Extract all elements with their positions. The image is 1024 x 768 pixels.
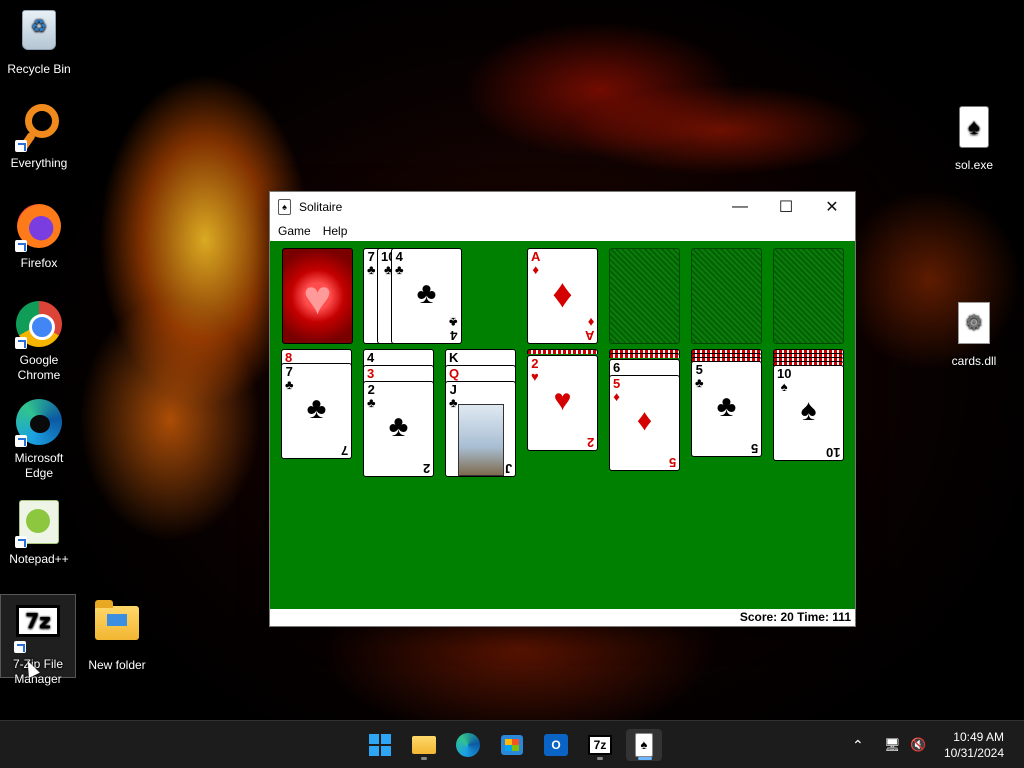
7zip-icon: 7z [14, 605, 62, 653]
menu-game[interactable]: Game [272, 222, 317, 241]
desktop-icon-label: Microsoft Edge [14, 451, 64, 480]
game-table[interactable]: 7♣ 10♣ 4♣ ♣ 4♣ A♦ ♦ A♦ 8 7♣ ♣ 7 4 [270, 241, 855, 610]
desktop-icon-label: New folder [88, 658, 146, 672]
desktop-icon-new-folder[interactable]: New folder [79, 598, 155, 673]
shortcut-arrow-icon [14, 641, 26, 653]
foundation-card[interactable]: A ♦ ♦ A ♦ [527, 248, 598, 344]
clock-date: 10/31/2024 [943, 746, 1004, 760]
foundation-empty-slot[interactable] [773, 248, 844, 344]
desktop-icon-label: Notepad++ [9, 552, 69, 566]
tableau-card[interactable]: 5 ♦ ♦ 5 [609, 375, 680, 471]
dll-file-icon: ⚙ [950, 302, 998, 350]
tableau-card[interactable]: 2 ♥ ♥ 2 [527, 355, 598, 451]
tableau-card[interactable]: J ♣ J [445, 381, 516, 477]
volume-muted-icon[interactable]: 🔇 [910, 721, 926, 768]
desktop-icon-7zip[interactable]: 7z 7-Zip File Manager [0, 594, 76, 686]
window-title: Solitaire [299, 200, 343, 214]
menu-bar: Game Help [270, 222, 855, 241]
shortcut-arrow-icon [15, 536, 27, 548]
everything-search-icon [15, 104, 63, 153]
tableau-facedown-card [609, 353, 680, 358]
desktop-icon-sol-exe[interactable]: ♠ sol.exe [936, 104, 1012, 173]
tableau-card[interactable]: 5 ♣ ♣ 5 [691, 361, 762, 457]
taskbar: O 7z ♠ ⌃ 🖥 🔇 10:49 AM 10/31/2024 [0, 720, 1024, 768]
system-clock[interactable]: 10:49 AM 10/31/2024 [944, 729, 1004, 761]
edge-icon [456, 733, 480, 757]
desktop-icon-label: sol.exe [954, 158, 994, 172]
tableau-card[interactable]: 10 ♠ ♠ 10 [773, 365, 844, 461]
chrome-icon [15, 301, 63, 349]
taskbar-store[interactable] [494, 729, 530, 761]
shortcut-arrow-icon [15, 337, 27, 349]
outlook-icon: O [544, 734, 568, 756]
file-explorer-icon [412, 736, 436, 754]
solitaire-icon: ♠ [635, 733, 653, 757]
folder-icon [93, 600, 141, 654]
solitaire-window[interactable]: ♠ Solitaire — ☐ ✕ Game Help 7♣ 10♣ 4♣ ♣ … [269, 191, 856, 627]
shortcut-arrow-icon [15, 240, 27, 252]
desktop-icon-cards-dll[interactable]: ⚙ cards.dll [936, 300, 1012, 369]
tableau-facedown-card [527, 349, 598, 354]
stock-pile[interactable] [282, 248, 353, 344]
shortcut-arrow-icon [15, 435, 27, 447]
waste-card-top[interactable]: 4 ♣ ♣ 4 ♣ [391, 248, 462, 344]
maximize-button[interactable]: ☐ [763, 192, 809, 222]
clock-time: 10:49 AM [953, 730, 1004, 744]
tableau-card[interactable]: 2 ♣ ♣ 2 [363, 381, 434, 477]
edge-icon [15, 399, 63, 447]
taskbar-start-button[interactable] [362, 729, 398, 761]
recycle-bin-icon [15, 10, 63, 58]
desktop-icon-edge[interactable]: Microsoft Edge [1, 398, 77, 481]
tableau-card[interactable]: 7 ♣ ♣ 7 [281, 363, 352, 459]
solitaire-exe-icon: ♠ [950, 106, 998, 154]
close-button[interactable]: ✕ [809, 192, 855, 222]
firefox-icon [15, 204, 63, 252]
taskbar-file-explorer[interactable] [406, 729, 442, 761]
desktop-icon-label: Recycle Bin [7, 62, 71, 76]
shortcut-arrow-icon [15, 140, 27, 152]
solitaire-app-icon: ♠ [278, 199, 291, 215]
jack-face-art [458, 404, 504, 476]
desktop-icon-notepadpp[interactable]: Notepad++ [1, 498, 77, 567]
foundation-empty-slot[interactable] [609, 248, 680, 344]
network-icon[interactable]: 🖥 [884, 721, 901, 768]
desktop-icon-firefox[interactable]: Firefox [1, 202, 77, 271]
7zip-icon: 7z [588, 735, 612, 755]
taskbar-solitaire[interactable]: ♠ [626, 729, 662, 761]
taskbar-outlook[interactable]: O [538, 729, 574, 761]
notepadpp-icon [15, 500, 63, 548]
foundation-empty-slot[interactable] [691, 248, 762, 344]
minimize-button[interactable]: — [717, 192, 763, 222]
taskbar-7zip[interactable]: 7z [582, 729, 618, 761]
desktop-icon-everything[interactable]: Everything [1, 104, 77, 171]
tray-chevron[interactable]: ⌃ [852, 721, 864, 768]
microsoft-store-icon [501, 735, 523, 755]
desktop-icon-label: cards.dll [951, 354, 997, 368]
taskbar-edge[interactable] [450, 729, 486, 761]
desktop-icon-chrome[interactable]: Google Chrome [1, 300, 77, 383]
windows-start-icon [369, 734, 391, 756]
desktop-icon-label: Firefox [20, 256, 58, 270]
title-bar[interactable]: ♠ Solitaire — ☐ ✕ [270, 192, 855, 222]
status-bar: Score: 20 Time: 111 [270, 609, 855, 626]
desktop-icon-label: Everything [10, 156, 68, 170]
desktop-icon-label: Google Chrome [17, 353, 61, 382]
menu-help[interactable]: Help [317, 222, 354, 241]
desktop-icon-recycle-bin[interactable]: Recycle Bin [1, 6, 77, 77]
